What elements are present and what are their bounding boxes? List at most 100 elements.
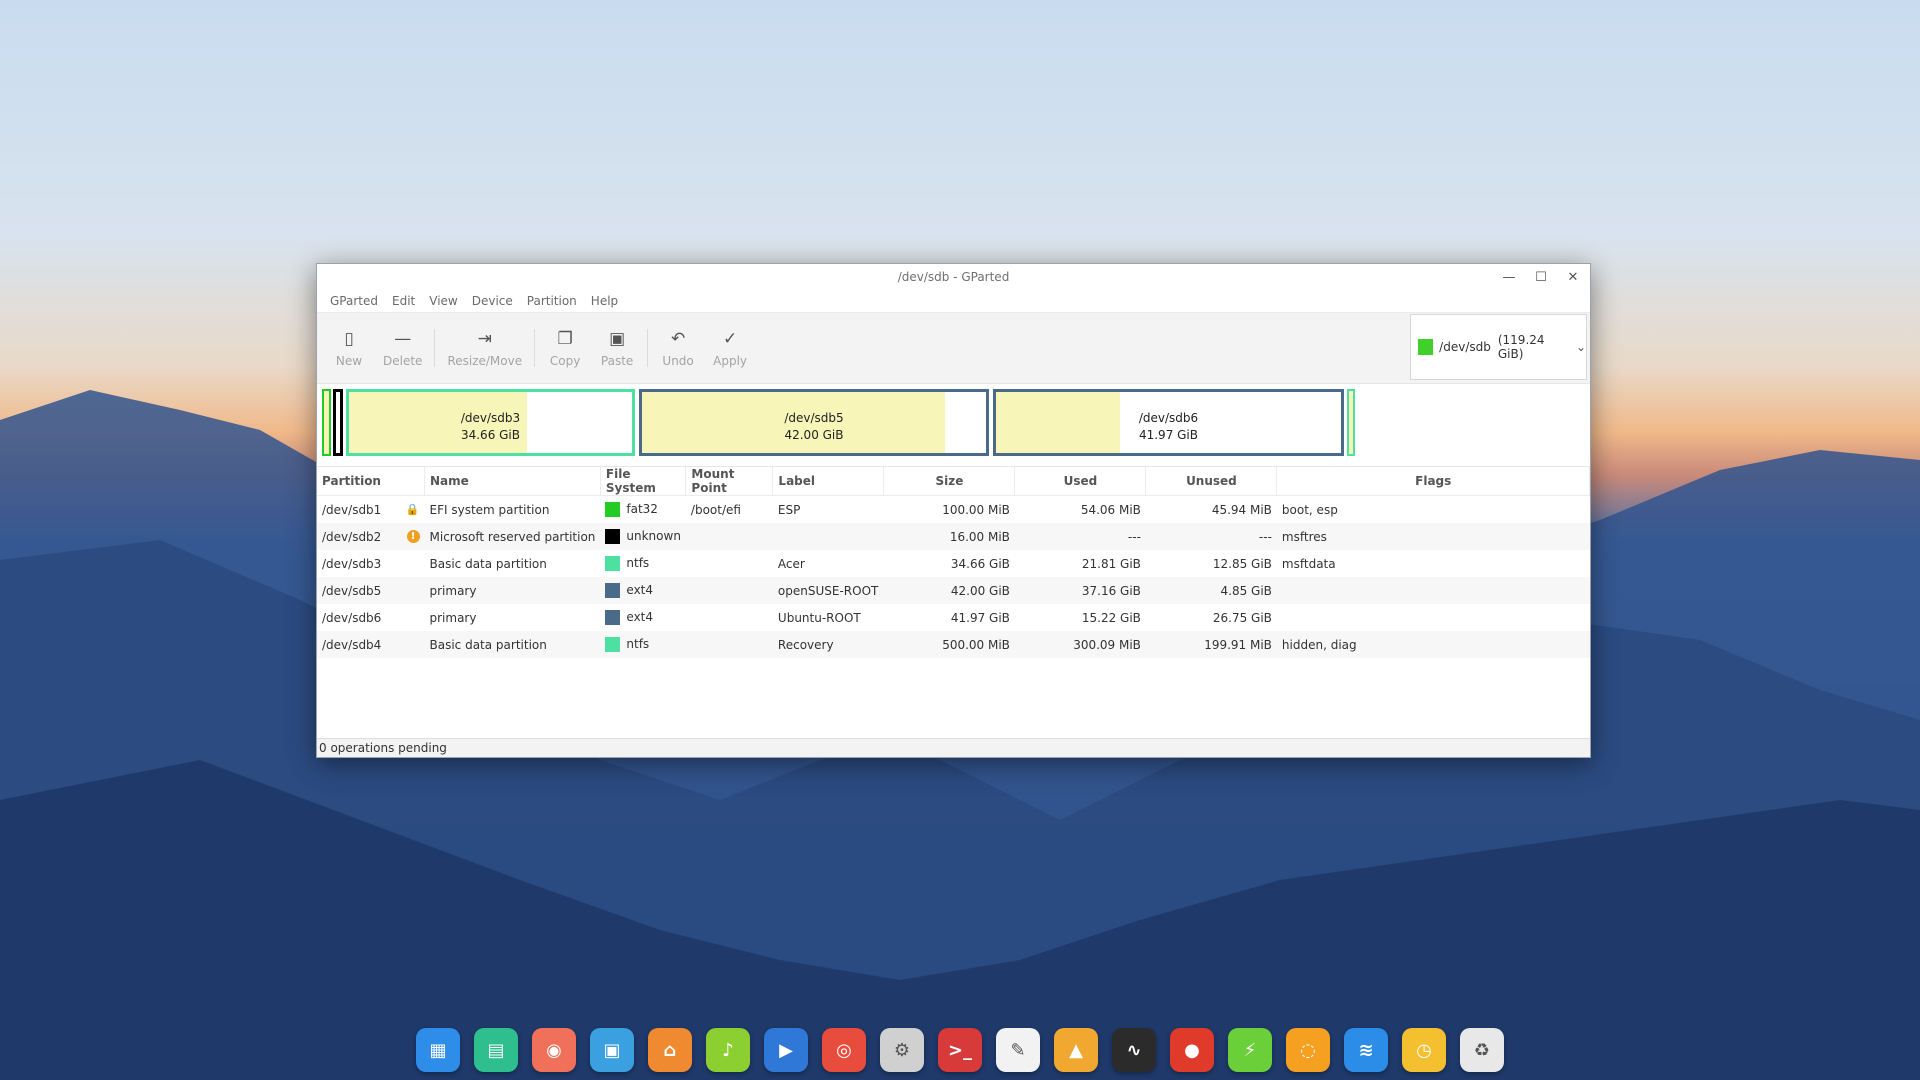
table-row[interactable]: /dev/sdb3 Basic data partition ntfs Acer… [317,550,1590,577]
cell-partition: /dev/sdb2 [322,529,382,544]
menu-gparted[interactable]: GParted [323,294,385,308]
col-name[interactable]: Name [424,467,601,496]
delete-button[interactable]: — Delete [375,328,430,368]
cell-mount-point [685,523,773,550]
cell-used: 54.06 MiB [1080,502,1141,517]
cell-unused: 45.94 MiB [1211,502,1272,517]
image-viewer-icon[interactable]: ▲ [1054,1028,1098,1072]
table-row[interactable]: /dev/sdb1 🔒 EFI system partition fat32 /… [317,496,1590,524]
cell-name: primary [424,577,601,604]
table-row[interactable]: /dev/sdb5 primary ext4 openSUSE-ROOT 42.… [317,577,1590,604]
menu-partition[interactable]: Partition [520,294,584,308]
col-used[interactable]: Used [1014,467,1147,496]
settings-icon[interactable]: ⚙ [880,1028,924,1072]
cell-size: 500.00 MiB [883,631,1015,658]
undo-button[interactable]: ↶ Undo [652,328,704,368]
cell-flags: boot, esp [1281,502,1338,517]
copy-button[interactable]: ❐ Copy [539,328,591,368]
filesystem-color-swatch [605,610,621,625]
paste-button[interactable]: ▣ Paste [591,328,643,368]
col-size[interactable]: Size [883,467,1016,496]
col-flags[interactable]: Flags [1276,467,1590,496]
apply-button[interactable]: ✓ Apply [704,328,756,368]
launcher-icon[interactable]: ▦ [416,1028,460,1072]
sync-icon[interactable]: ◌ [1286,1028,1330,1072]
clock-icon[interactable]: ◷ [1402,1028,1446,1072]
title-bar[interactable]: /dev/sdb - GParted — ☐ ✕ [317,264,1590,290]
new-button[interactable]: ▯ New [323,328,375,368]
diskmap-sdb2[interactable] [333,389,343,456]
cell-file-system: ntfs [626,556,650,570]
cell-unused: --- [1145,523,1277,550]
diskmap-sdb3[interactable]: /dev/sdb3 34.66 GiB [346,389,635,456]
col-unused[interactable]: Unused [1145,467,1278,496]
disk-map: /dev/sdb3 34.66 GiB /dev/sdb5 42.00 GiB /d… [317,383,1590,467]
maximize-icon[interactable]: ☐ [1530,267,1552,287]
menu-device[interactable]: Device [465,294,520,308]
filesystem-color-swatch [605,529,621,544]
cell-partition: /dev/sdb6 [322,610,382,625]
diskmap-sdb1[interactable] [322,389,331,456]
cell-file-system: fat32 [626,502,658,516]
delete-icon: — [394,329,412,349]
cell-size: 42.00 GiB [883,577,1015,604]
device-selector[interactable]: /dev/sdb (119.24 GiB) ⌄ [1410,314,1587,380]
power-icon[interactable]: ⚡ [1228,1028,1272,1072]
cell-name: Basic data partition [424,631,601,658]
col-label[interactable]: Label [772,467,885,496]
menu-view[interactable]: View [422,294,464,308]
table-row[interactable]: /dev/sdb4 Basic data partition ntfs Reco… [317,631,1590,658]
menu-help[interactable]: Help [584,294,625,308]
diskmap-sdb6[interactable]: /dev/sdb6 41.97 GiB [993,389,1344,456]
menu-edit[interactable]: Edit [385,294,422,308]
filesystem-color-swatch [605,583,621,598]
cell-unused: 26.75 GiB [1212,610,1272,625]
browser-icon[interactable]: ● [1170,1028,1214,1072]
diskmap-sdb5[interactable]: /dev/sdb5 42.00 GiB [639,389,989,456]
col-file-system[interactable]: File System [600,467,687,496]
warning-icon: ! [406,529,420,543]
video-icon[interactable]: ▶ [764,1028,808,1072]
copy-icon: ❐ [557,329,573,349]
close-icon[interactable]: ✕ [1562,267,1584,287]
cell-size: 41.97 GiB [950,610,1010,625]
device-size: (119.24 GiB) [1497,333,1545,361]
music-icon[interactable]: ♪ [706,1028,750,1072]
col-partition[interactable]: Partition [317,467,425,496]
cell-partition: /dev/sdb1 [322,502,382,517]
terminal-icon[interactable]: >_ [938,1028,982,1072]
gparted-window: /dev/sdb - GParted — ☐ ✕ GParted Edit Vi… [316,263,1591,758]
app-store-icon[interactable]: ⌂ [648,1028,692,1072]
text-editor-icon[interactable]: ✎ [996,1028,1040,1072]
cell-used: --- [1014,523,1146,550]
cell-label: Acer [777,556,805,571]
wifi-icon[interactable]: ≋ [1344,1028,1388,1072]
store-icon[interactable]: ▣ [590,1028,634,1072]
paste-icon: ▣ [609,329,626,349]
col-mount-point[interactable]: Mount Point [685,467,774,496]
cell-mount-point [686,550,773,577]
file-manager-icon[interactable]: ▤ [474,1028,518,1072]
minimize-icon[interactable]: — [1498,267,1520,287]
table-row[interactable]: /dev/sdb6 primary ext4 Ubuntu-ROOT 41.97… [317,604,1590,631]
cell-flags: msftres [1276,523,1590,550]
checkmark-icon: ✓ [722,329,738,349]
cell-used: 15.22 GiB [1081,610,1141,625]
operations-pending: 0 operations pending [319,741,447,755]
cell-flags [1277,604,1590,631]
diskmap-sdb4[interactable] [1347,389,1355,456]
table-row[interactable]: /dev/sdb2 ! Microsoft reserved partition… [317,523,1590,550]
lock-icon: 🔒 [405,502,420,516]
system-monitor-icon[interactable]: ∿ [1112,1028,1156,1072]
diskmap-sdb3-size: 34.66 GiB [460,428,521,442]
resize-move-button[interactable]: ⇥ Resize/Move [439,328,530,368]
cell-flags: msftdata [1281,556,1336,571]
chrome-icon[interactable]: ◎ [822,1028,866,1072]
partition-table: Partition Name File System Mount Point L… [317,467,1590,738]
screen-recorder-icon[interactable]: ◉ [532,1028,576,1072]
cell-file-system: ext4 [626,583,654,597]
diskmap-sdb3-name: /dev/sdb3 [460,411,521,425]
trash-icon[interactable]: ♻ [1460,1028,1504,1072]
cell-unused: 12.85 GiB [1212,556,1272,571]
cell-file-system: ntfs [626,637,650,651]
